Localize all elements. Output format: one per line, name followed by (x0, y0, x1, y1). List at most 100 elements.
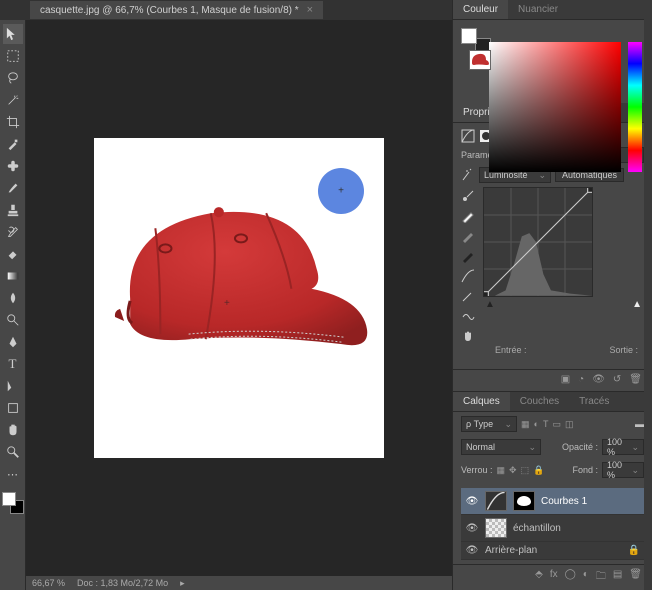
edit-toolbar-icon[interactable]: ⋯ (3, 464, 23, 484)
trash-icon[interactable]: 🗑 (629, 374, 642, 385)
sampler-icon[interactable] (461, 189, 475, 203)
filter-pixel-icon[interactable]: ▦ (521, 419, 530, 430)
status-arrow-icon[interactable]: ▸ (180, 578, 185, 589)
eye-icon[interactable]: 👁 (465, 496, 479, 507)
blur-tool[interactable] (3, 288, 23, 308)
color-panel-tabs: Couleur Nuancier (453, 0, 652, 20)
lock-artboard-icon[interactable]: ⬚ (521, 465, 530, 476)
stamp-tool[interactable] (3, 200, 23, 220)
layer-name[interactable]: Courbes 1 (541, 496, 640, 507)
layers-panel-tabs: Calques Couches Tracés (453, 392, 652, 412)
fill-input[interactable]: 100 % (602, 462, 644, 478)
filter-shape-icon[interactable]: ▭ (552, 419, 561, 430)
layers-panel: ρ Type ▦ ◐ T ▭ ◫ ▬ Normal Opacité : 100 … (453, 412, 652, 590)
pen-tool[interactable] (3, 332, 23, 352)
lock-position-icon[interactable]: ✥ (509, 465, 517, 476)
color-swatch[interactable] (2, 492, 24, 514)
path-tool[interactable] (3, 376, 23, 396)
layer-mask-thumb[interactable] (513, 491, 535, 511)
canvas-area[interactable]: + (26, 20, 452, 576)
type-tool[interactable]: T (3, 354, 23, 374)
dodge-tool[interactable] (3, 310, 23, 330)
add-mask-icon[interactable]: ◯ (565, 569, 576, 586)
layer-row[interactable]: 👁 échantillon (461, 515, 644, 542)
tool-toolbar: T ⋯ (0, 20, 26, 590)
clip-icon[interactable]: ◔ (578, 374, 584, 385)
filter-type-icon[interactable]: T (543, 419, 549, 430)
tab-swatches[interactable]: Nuancier (508, 0, 568, 19)
document-title: casquette.jpg @ 66,7% (Courbes 1, Masque… (40, 5, 299, 16)
new-layer-icon[interactable]: ▤ (613, 569, 622, 586)
cap-image (110, 188, 372, 369)
link-layers-icon[interactable]: ⬘ (535, 569, 543, 586)
eraser-tool[interactable] (3, 244, 23, 264)
gray-point-icon[interactable] (461, 229, 475, 243)
fill-label: Fond : (572, 465, 598, 475)
hand-icon[interactable] (461, 329, 475, 343)
eyedropper-tool[interactable] (3, 134, 23, 154)
layer-row[interactable]: 👁 Courbes 1 (461, 488, 644, 515)
panel-color-swatch[interactable] (461, 28, 483, 50)
layers-footer: ⬘ fx ◯ ◐ 🗀 ▤ 🗑 (453, 564, 652, 590)
shape-tool[interactable] (3, 398, 23, 418)
tab-layers[interactable]: Calques (453, 392, 510, 411)
curves-icon (461, 129, 475, 143)
move-tool[interactable] (3, 24, 23, 44)
eye-icon[interactable]: 👁 (465, 545, 479, 556)
delete-layer-icon[interactable]: 🗑 (629, 569, 642, 586)
fx-icon[interactable]: fx (550, 569, 558, 586)
color-picker-field[interactable] (489, 42, 621, 172)
new-group-icon[interactable]: 🗀 (596, 569, 606, 586)
properties-footer: ▣ ◔ 👁 ↺ 🗑 (453, 369, 652, 392)
visibility-icon[interactable]: 👁 (592, 374, 605, 385)
filter-smart-icon[interactable]: ◫ (565, 419, 574, 430)
reset-icon[interactable]: ↺ (613, 374, 621, 385)
hue-slider[interactable] (628, 42, 642, 172)
smooth-icon[interactable] (461, 309, 475, 323)
input-label: Entrée : (495, 345, 527, 355)
close-icon[interactable]: × (307, 4, 313, 16)
layer-filter-select[interactable]: ρ Type (461, 416, 517, 432)
new-adjustment-icon[interactable]: ◐ (583, 569, 589, 586)
layer-name[interactable]: échantillon (513, 523, 640, 534)
blend-mode-select[interactable]: Normal (461, 439, 541, 455)
slider-white-icon[interactable]: ▲ (632, 299, 642, 310)
layer-name[interactable]: Arrière-plan (485, 545, 622, 556)
lock-icon: 🔒 (628, 545, 640, 556)
target-adjust-icon[interactable] (461, 168, 475, 182)
lock-all-icon[interactable]: 🔒 (533, 465, 544, 476)
collapsed-panel-dock[interactable] (644, 0, 652, 590)
layer-row[interactable]: 👁 Arrière-plan 🔒 (461, 542, 644, 560)
hand-tool[interactable] (3, 420, 23, 440)
heal-tool[interactable] (3, 156, 23, 176)
lock-pixels-icon[interactable]: ▦ (497, 465, 506, 476)
brush-tool[interactable] (3, 178, 23, 198)
tab-color[interactable]: Couleur (453, 0, 508, 19)
tab-channels[interactable]: Couches (510, 392, 569, 411)
zoom-tool[interactable] (3, 442, 23, 462)
filter-adjust-icon[interactable]: ◐ (534, 419, 539, 430)
gradient-tool[interactable] (3, 266, 23, 286)
document-canvas[interactable]: + (94, 138, 384, 458)
curves-graph[interactable] (483, 187, 593, 297)
slider-black-icon[interactable]: ▲ (485, 299, 495, 310)
history-brush-tool[interactable] (3, 222, 23, 242)
pencil-curve-icon[interactable] (461, 289, 475, 303)
tab-paths[interactable]: Tracés (569, 392, 619, 411)
wand-tool[interactable] (3, 90, 23, 110)
layer-thumb (469, 50, 491, 70)
foreground-swatch[interactable] (2, 492, 16, 506)
black-point-icon[interactable] (461, 249, 475, 263)
output-label: Sortie : (609, 345, 638, 355)
eye-icon[interactable]: 👁 (465, 523, 479, 534)
toggle-mask-icon[interactable]: ▣ (561, 374, 570, 385)
zoom-level[interactable]: 66,67 % (32, 578, 65, 588)
curve-point-icon[interactable] (461, 269, 475, 283)
crop-tool[interactable] (3, 112, 23, 132)
document-tab[interactable]: casquette.jpg @ 66,7% (Courbes 1, Masque… (30, 1, 323, 19)
white-point-icon[interactable] (461, 209, 475, 223)
marquee-tool[interactable] (3, 46, 23, 66)
lasso-tool[interactable] (3, 68, 23, 88)
opacity-input[interactable]: 100 % (602, 439, 644, 455)
filter-toggle[interactable]: ▬ (635, 419, 644, 429)
